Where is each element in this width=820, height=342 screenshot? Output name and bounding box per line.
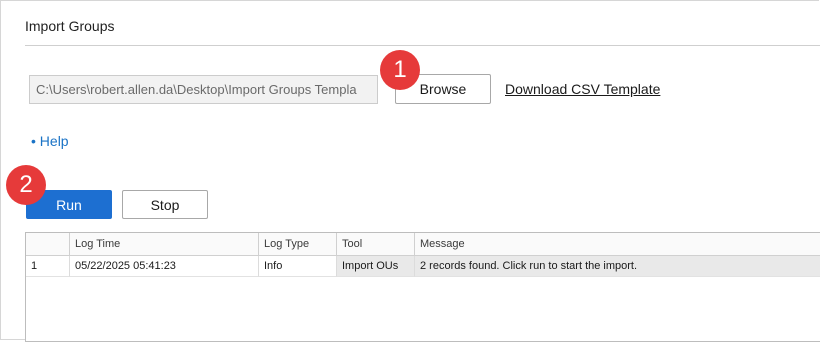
column-header-log-time[interactable]: Log Time — [70, 233, 259, 255]
log-time-cell: 05/22/2025 05:41:23 — [70, 256, 259, 277]
import-groups-panel: Import Groups Browse Download CSV Templa… — [0, 0, 820, 342]
step-2-badge: 2 — [6, 165, 46, 205]
page-title: Import Groups — [25, 18, 115, 34]
log-table-header: Log Time Log Type Tool Message — [26, 233, 820, 256]
tool-cell: Import OUs — [337, 256, 415, 277]
log-type-cell: Info — [259, 256, 337, 277]
stop-button[interactable]: Stop — [122, 190, 208, 219]
log-table: Log Time Log Type Tool Message 1 05/22/2… — [25, 232, 820, 342]
column-header-log-type[interactable]: Log Type — [259, 233, 337, 255]
row-index: 1 — [26, 256, 70, 277]
table-row[interactable]: 1 05/22/2025 05:41:23 Info Import OUs 2 … — [26, 256, 820, 277]
step-1-badge: 1 — [380, 50, 420, 90]
file-path-field[interactable] — [29, 75, 378, 104]
column-header-tool[interactable]: Tool — [337, 233, 415, 255]
help-link[interactable]: • Help — [31, 133, 69, 149]
column-header-index[interactable] — [26, 233, 70, 255]
message-cell: 2 records found. Click run to start the … — [415, 256, 820, 277]
column-header-message[interactable]: Message — [415, 233, 820, 255]
title-divider — [25, 45, 820, 46]
download-csv-template-link[interactable]: Download CSV Template — [505, 81, 660, 97]
